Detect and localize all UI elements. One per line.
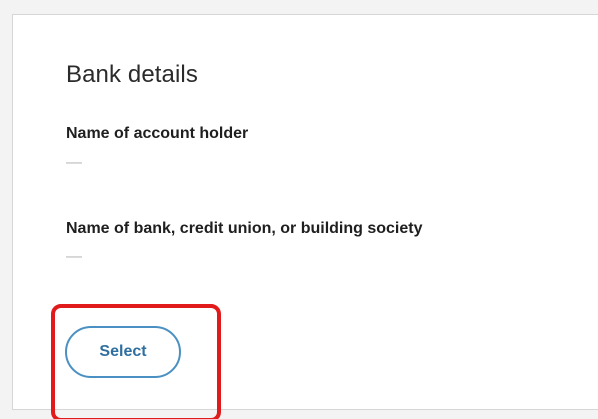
select-button[interactable]: Select <box>65 326 181 378</box>
bank-name-label: Name of bank, credit union, or building … <box>66 220 423 237</box>
page-canvas: Bank details Name of account holder — Na… <box>0 0 598 419</box>
account-holder-value: — <box>66 154 82 171</box>
account-holder-label: Name of account holder <box>66 125 249 142</box>
bank-name-value: — <box>66 248 82 265</box>
card-title: Bank details <box>66 61 198 88</box>
bank-details-card: Bank details Name of account holder — Na… <box>12 14 598 419</box>
